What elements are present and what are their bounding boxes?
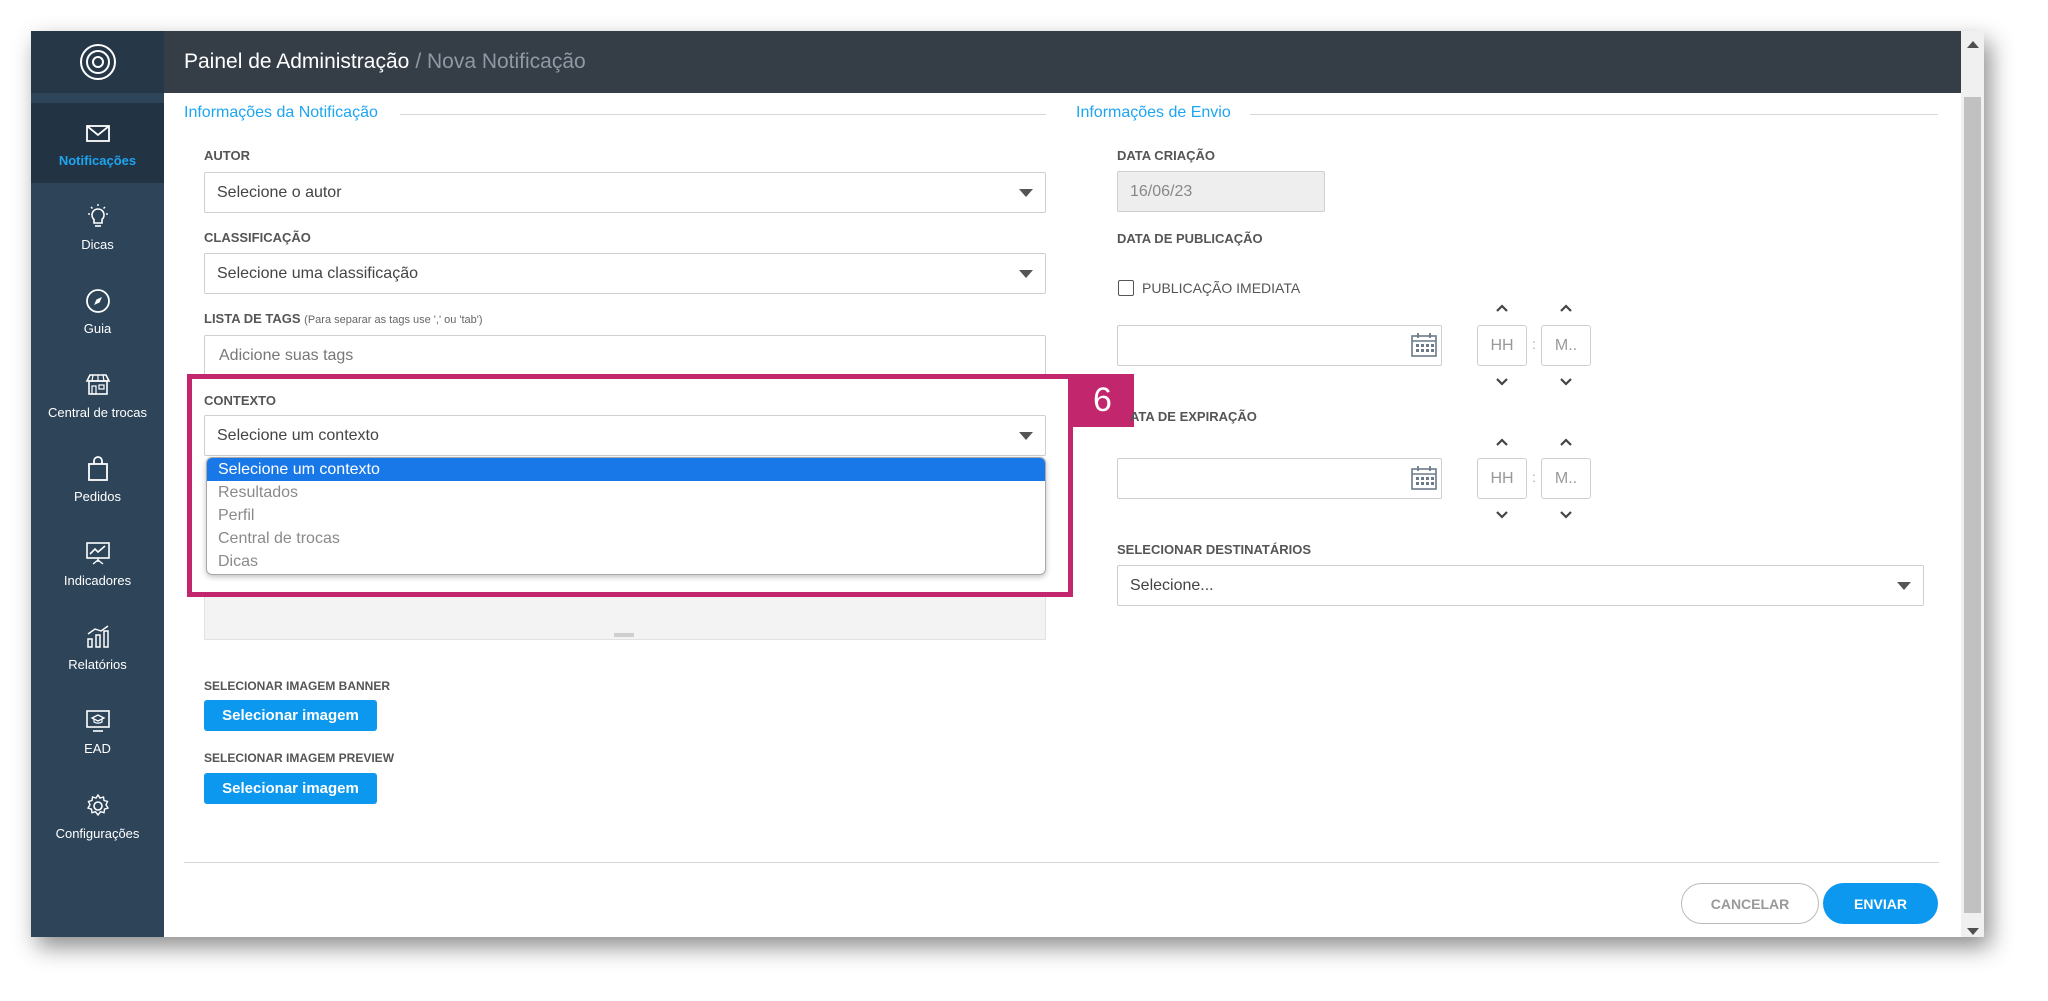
sidebar-item-configuracoes[interactable]: Configurações [31,776,164,856]
hour-up-chevron-icon[interactable] [1492,300,1512,316]
envelope-icon [85,124,110,142]
resize-handle[interactable] [614,633,634,637]
header-bar: Painel de Administração / Nova Notificaç… [164,31,1961,93]
scroll-thumb[interactable] [1964,97,1981,913]
cancel-button[interactable]: CANCELAR [1681,883,1819,924]
publication-date-input[interactable] [1117,325,1442,366]
sidebar-item-central-de-trocas[interactable]: Central de trocas [31,355,164,435]
vertical-scrollbar[interactable] [1961,31,1984,937]
breadcrumb: / Nova Notificação [415,50,586,73]
recipients-select-value: Selecione... [1130,576,1214,594]
sidebar-item-label: Indicadores [63,572,132,588]
classification-select-value: Selecione uma classificação [217,264,418,282]
recipients-select[interactable]: Selecione... [1117,565,1924,606]
scroll-down-arrow-icon[interactable] [1967,928,1979,935]
sidebar-item-label: Pedidos [74,488,121,504]
author-select[interactable]: Selecione o autor [204,172,1046,213]
sidebar-item-label: Guia [83,320,112,336]
banner-label: SELECIONAR IMAGEM BANNER [204,679,391,693]
sidebar-item-label: Notificações [58,152,137,168]
author-label: AUTOR [204,148,250,163]
calendar-icon[interactable] [1411,466,1437,490]
expiration-minute-input[interactable]: M.. [1541,458,1591,499]
immediate-publication-label: PUBLICAÇÃO IMEDIATA [1142,280,1301,296]
calendar-icon[interactable] [1411,333,1437,357]
sidebar-item-dicas[interactable]: Dicas [31,187,164,267]
chevron-down-icon [1019,189,1033,197]
immediate-publication-checkbox[interactable] [1118,280,1134,296]
hour-down-chevron-icon[interactable] [1492,506,1512,522]
publication-hour-input[interactable]: HH [1477,325,1527,366]
sidebar-item-label: Central de trocas [48,404,147,420]
creation-date-value: 16/06/23 [1130,182,1193,200]
select-preview-button[interactable]: Selecionar imagem [204,773,377,804]
sidebar-item-label: EAD [84,740,111,756]
creation-date-label: DATA CRIAÇÃO [1117,148,1215,163]
footer-divider [184,862,1939,863]
bar-chart-icon [86,624,109,648]
logo[interactable] [31,31,164,93]
tags-input-placeholder: Adicione suas tags [219,346,354,364]
minute-down-chevron-icon[interactable] [1556,373,1576,389]
section-divider [400,114,1046,115]
sidebar-item-indicadores[interactable]: Indicadores [31,523,164,603]
hour-up-chevron-icon[interactable] [1492,434,1512,450]
tags-label-text: LISTA DE TAGS [204,311,301,326]
step-highlight-box [187,374,1073,597]
compass-icon [85,288,110,313]
expiration-hour-input[interactable]: HH [1477,458,1527,499]
sidebar-item-notificacoes[interactable]: Notificações [31,103,164,183]
lightbulb-icon [87,203,108,227]
tags-input[interactable]: Adicione suas tags [204,335,1046,376]
recipients-label: SELECIONAR DESTINATÁRIOS [1117,542,1312,557]
store-icon [85,373,110,395]
sidebar-item-label: Dicas [81,236,114,252]
tags-hint: (Para separar as tags use ',' ou 'tab') [304,314,483,326]
minute-up-chevron-icon[interactable] [1556,434,1576,450]
logo-icon [79,44,116,80]
sidebar-item-ead[interactable]: EAD [31,691,164,771]
graduation-monitor-icon [85,709,110,732]
scroll-up-arrow-icon[interactable] [1967,41,1979,48]
expiration-date-input[interactable] [1117,458,1442,499]
expiration-date-label: ATA DE EXPIRAÇÃO [1130,409,1257,424]
minute-down-chevron-icon[interactable] [1556,506,1576,522]
section-title-send-info: Informações de Envio [1076,104,1243,122]
sidebar-item-relatorios[interactable]: Relatórios [31,607,164,687]
hour-down-chevron-icon[interactable] [1492,373,1512,389]
chevron-down-icon [1019,270,1033,278]
gear-icon [86,793,109,816]
select-banner-button[interactable]: Selecionar imagem [204,700,377,731]
classification-select[interactable]: Selecione uma classificação [204,253,1046,294]
section-divider [1250,114,1938,115]
author-select-value: Selecione o autor [217,183,342,201]
sidebar-item-label: Configurações [55,825,140,841]
sidebar-item-guia[interactable]: Guia [31,271,164,351]
preview-label: SELECIONAR IMAGEM PREVIEW [204,751,395,765]
chevron-down-icon [1897,582,1911,590]
sidebar: Notificações Dicas Guia Central de troca… [31,31,164,937]
page-title: Painel de Administração [184,50,410,73]
minute-up-chevron-icon[interactable] [1556,300,1576,316]
presentation-chart-icon [85,541,110,565]
publication-minute-input[interactable]: M.. [1541,325,1591,366]
tags-label: LISTA DE TAGS (Para separar as tags use … [204,311,483,326]
step-badge: 6 [1071,374,1134,427]
time-separator: : [1532,469,1536,485]
section-title-notification-info: Informações da Notificação [184,104,390,122]
send-button[interactable]: ENVIAR [1823,883,1938,924]
sidebar-item-pedidos[interactable]: Pedidos [31,439,164,519]
publication-date-label: DATA DE PUBLICAÇÃO [1117,231,1263,246]
sidebar-item-label: Relatórios [68,656,127,672]
time-separator: : [1532,336,1536,352]
classification-label: CLASSIFICAÇÃO [204,230,311,245]
shopping-bag-icon [87,455,108,481]
creation-date-input: 16/06/23 [1117,171,1325,212]
